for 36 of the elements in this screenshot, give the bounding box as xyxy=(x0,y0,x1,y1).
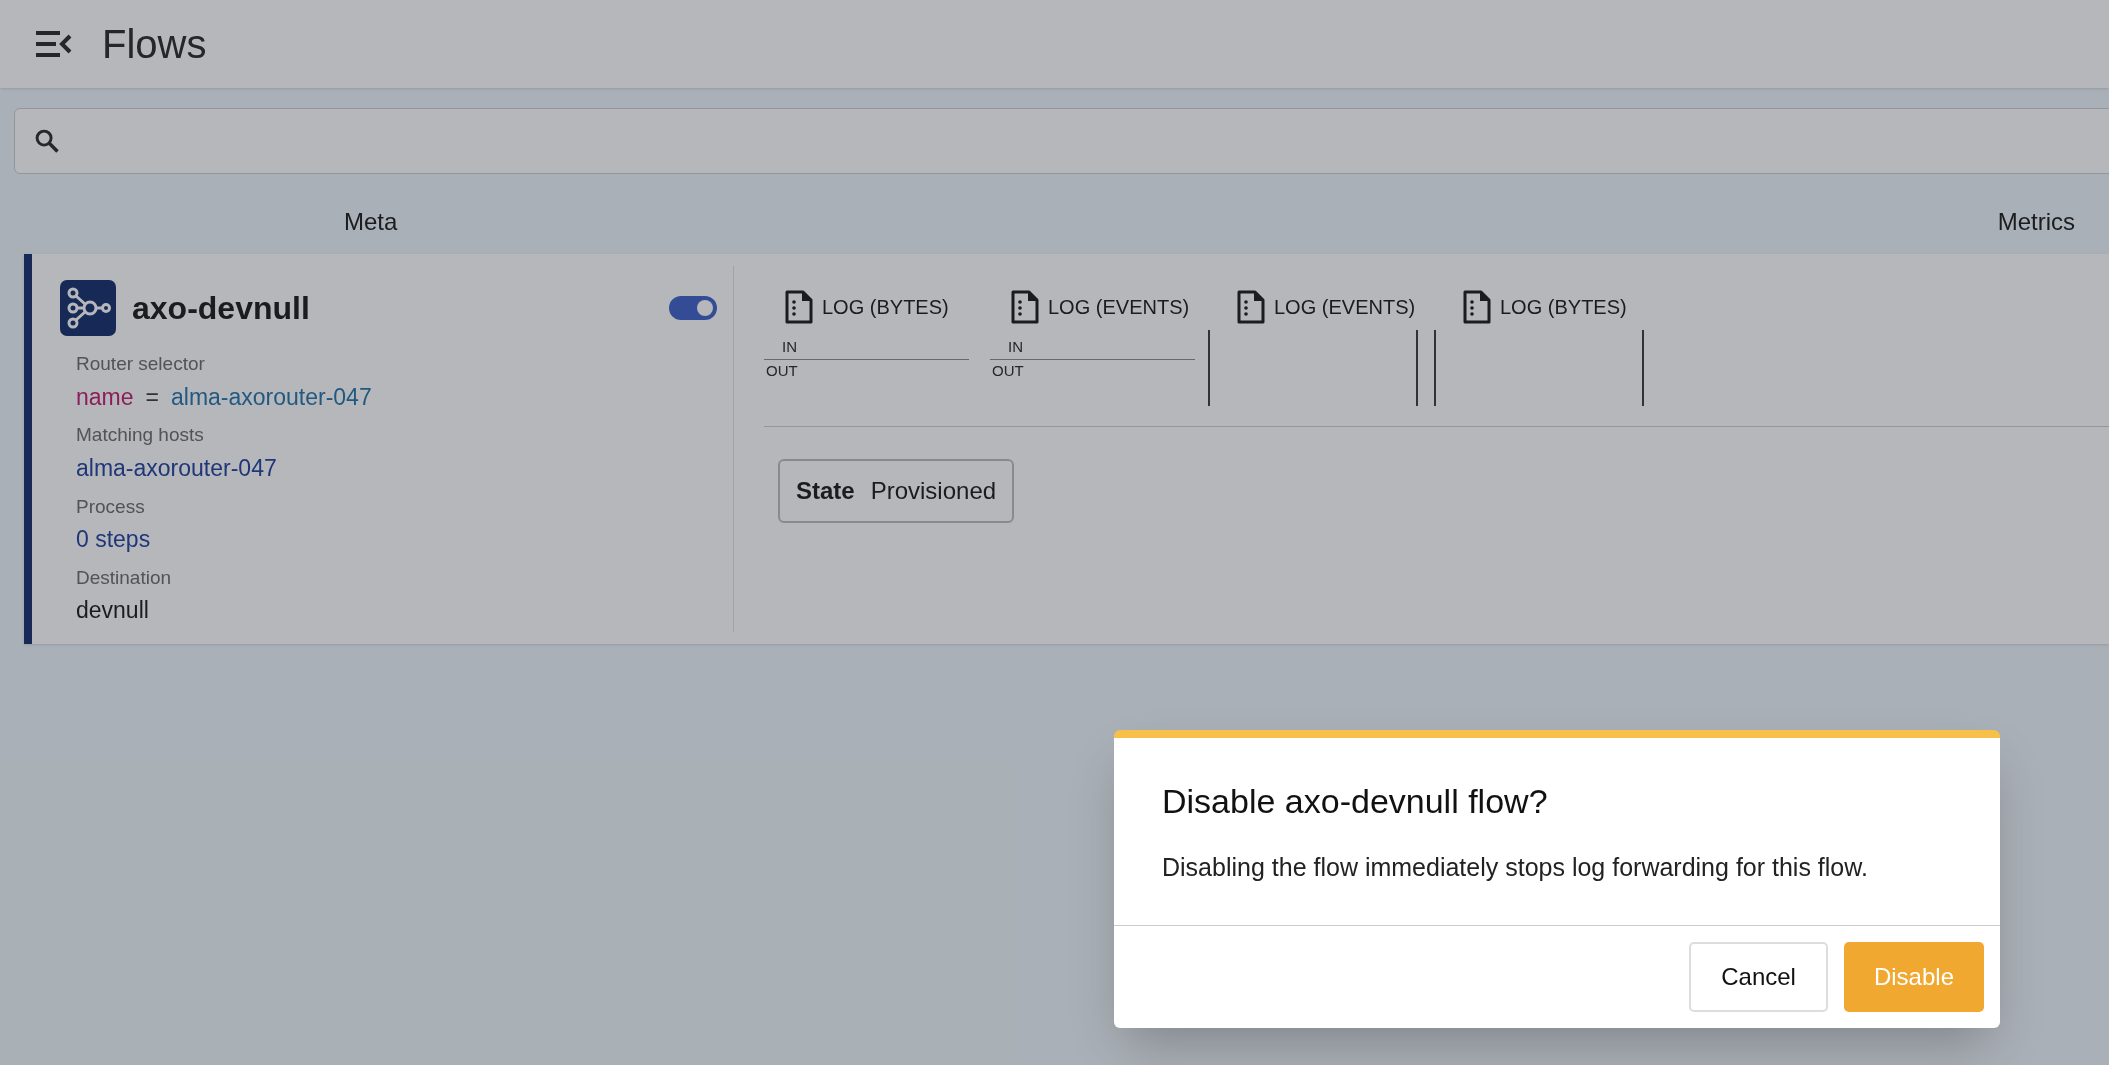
field-label: Router selector xyxy=(76,352,205,376)
out-label: OUT xyxy=(765,360,798,381)
search-icon xyxy=(33,127,61,155)
document-icon xyxy=(1236,290,1266,324)
field-value: devnull xyxy=(76,596,149,625)
flow-name: axo-devnull xyxy=(132,289,311,328)
flow-nodes-icon xyxy=(60,280,116,336)
search-field[interactable] xyxy=(14,108,2109,174)
page-title: Flows xyxy=(102,21,207,68)
metric-title: LOG (BYTES) xyxy=(822,295,949,320)
state-label: State xyxy=(796,476,855,506)
state-value: Provisioned xyxy=(870,476,997,506)
field-label: Process xyxy=(76,494,145,519)
column-header: Meta xyxy=(344,207,398,237)
selector-value[interactable]: alma-axorouter-047 xyxy=(171,382,372,412)
dialog-title: Disable axo-devnull flow? xyxy=(1162,781,1548,822)
document-icon xyxy=(1010,290,1040,324)
cancel-button[interactable]: Cancel xyxy=(1689,941,1828,1012)
field-label: Matching hosts xyxy=(76,423,204,448)
field-link[interactable]: alma-axorouter-047 xyxy=(76,453,277,483)
selector-key: name xyxy=(76,382,134,412)
field-label: Destination xyxy=(76,565,172,590)
metric-title: LOG (BYTES) xyxy=(1500,295,1627,320)
metric-title: LOG (EVENTS) xyxy=(1274,295,1416,320)
menu-collapse-icon[interactable] xyxy=(34,30,72,58)
enable-toggle[interactable] xyxy=(669,296,717,320)
out-label: OUT xyxy=(991,360,1024,381)
in-label: IN xyxy=(781,337,797,357)
document-icon xyxy=(784,290,814,324)
column-header: Metrics xyxy=(1997,207,2075,237)
in-label: IN xyxy=(1007,337,1023,357)
document-icon xyxy=(1462,290,1492,324)
selector-operator: = xyxy=(145,382,159,412)
field-link[interactable]: 0 steps xyxy=(76,525,151,554)
metric-title: LOG (EVENTS) xyxy=(1048,295,1190,320)
dialog-message: Disabling the flow immediately stops log forwarding for this flow. xyxy=(1162,852,1868,883)
